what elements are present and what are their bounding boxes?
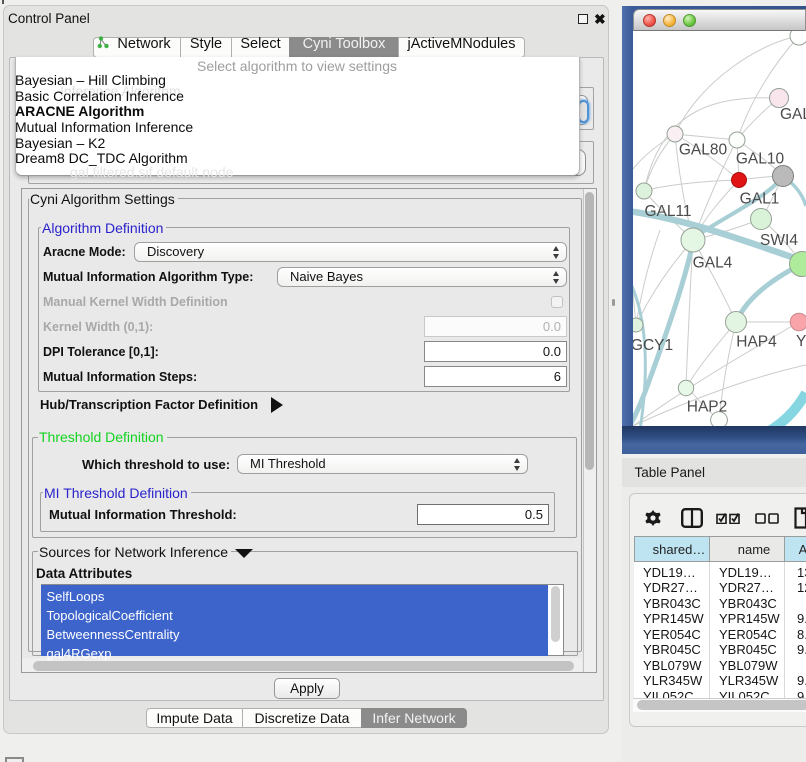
svg-text:HAP2: HAP2 [687, 399, 728, 416]
svg-text:GAL4: GAL4 [693, 255, 733, 272]
svg-text:GAL10: GAL10 [736, 151, 785, 168]
svg-text:GCY1: GCY1 [633, 337, 673, 354]
svg-text:GAL80: GAL80 [679, 142, 728, 159]
svg-text:GAL7: GAL7 [780, 106, 806, 123]
svg-text:YM: YM [796, 333, 806, 350]
svg-text:GAL11: GAL11 [644, 203, 691, 220]
svg-text:HAP4: HAP4 [736, 334, 777, 351]
svg-text:GAL1: GAL1 [740, 191, 780, 208]
svg-text:SWI4: SWI4 [760, 232, 798, 249]
